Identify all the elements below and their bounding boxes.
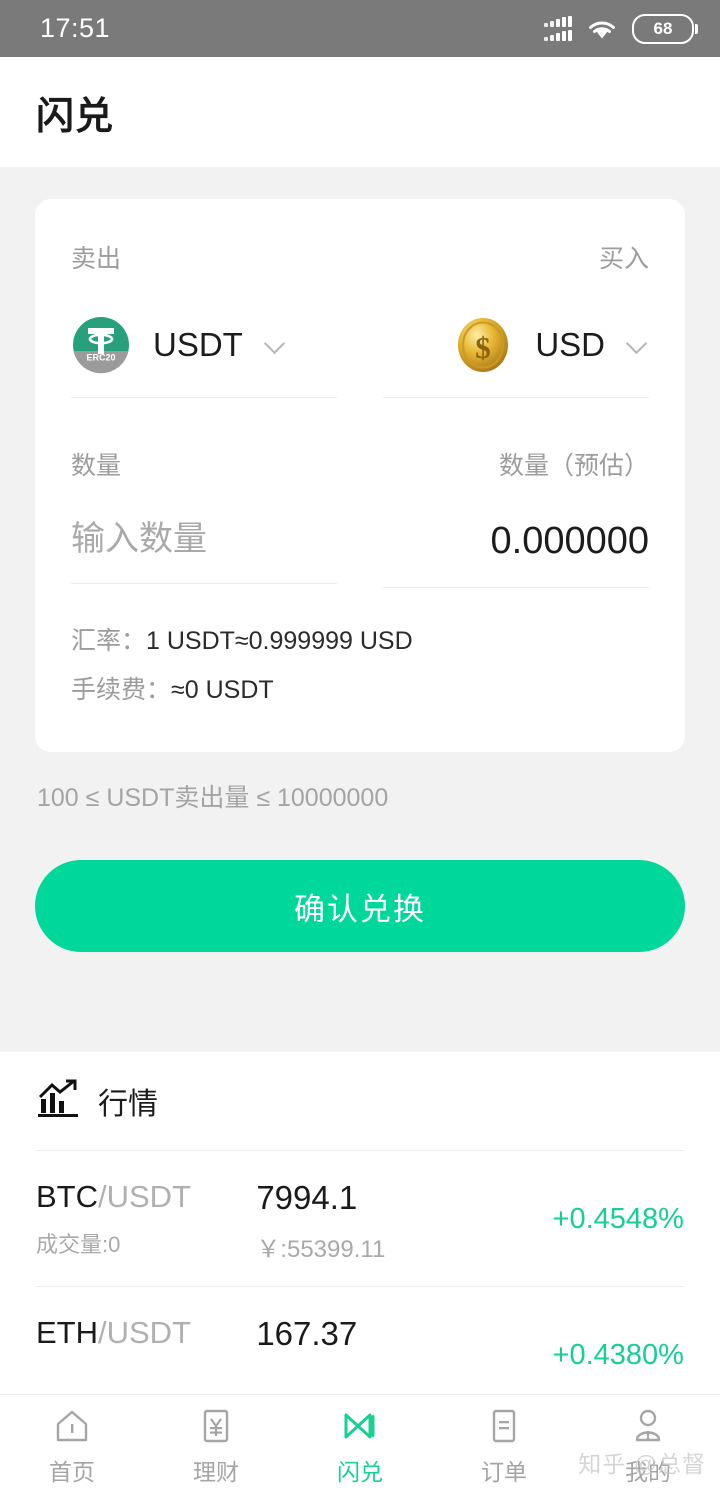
user-profile-icon <box>629 1407 667 1445</box>
side-labels-row: 卖出 买入 <box>71 239 649 275</box>
svg-text:$: $ <box>476 330 492 365</box>
chevron-down-icon <box>265 334 287 356</box>
estimated-amount-value: 0.000000 <box>490 520 650 562</box>
exchange-rate-value: 1 USDT≈0.999999 USD <box>146 627 413 655</box>
buy-label: 买入 <box>598 245 649 273</box>
status-bar: 17:51 68 <box>0 0 720 57</box>
table-row[interactable]: ETH/USDT 167.37 +0.4380% <box>36 1286 684 1394</box>
coin-pair-row: ERC20 USDT $ USD <box>71 315 649 398</box>
tab-home[interactable]: 首页 <box>0 1407 144 1487</box>
exchange-card: 卖出 买入 ERC20 USDT $ USD 数量 输入数量 数量（预估） 0.… <box>35 199 685 752</box>
fee-value: ≈0 USDT <box>171 676 274 704</box>
buy-coin-col: $ USD <box>383 315 649 398</box>
market-pair-cell: BTC/USDT 成交量:0 <box>36 1179 256 1259</box>
buy-coin-symbol: USD <box>535 326 605 363</box>
tether-erc20-icon: ERC20 <box>71 315 131 375</box>
table-row[interactable]: BTC/USDT 成交量:0 7994.1 ￥:55399.11 +0.4548… <box>36 1150 684 1286</box>
amount-input-wrap <box>71 520 337 584</box>
order-list-icon <box>485 1407 523 1445</box>
tab-home-label: 首页 <box>49 1459 95 1485</box>
home-icon <box>53 1407 91 1445</box>
sell-coin-selector[interactable]: ERC20 USDT <box>71 315 337 398</box>
tab-orders[interactable]: 订单 <box>432 1407 576 1487</box>
market-pair: ETH/USDT <box>36 1315 256 1351</box>
estimated-amount-label: 数量（预估） <box>498 452 649 480</box>
battery-indicator: 68 <box>632 13 698 44</box>
battery-level: 68 <box>653 19 673 38</box>
rate-info-block: 汇率：1 USDT≈0.999999 USD 手续费：≈0 USDT <box>71 624 649 708</box>
exchange-section: 卖出 买入 ERC20 USDT $ USD 数量 输入数量 数量（预估） 0.… <box>0 167 720 1052</box>
wifi-icon <box>586 16 618 42</box>
tab-finance[interactable]: 理财 <box>144 1407 288 1487</box>
market-pair-quote: /USDT <box>98 1179 191 1214</box>
market-section: 行情 BTC/USDT 成交量:0 7994.1 ￥:55399.11 +0.4… <box>0 1052 720 1394</box>
gold-coin-dollar-icon: $ <box>453 315 513 375</box>
sell-label: 卖出 <box>71 245 122 273</box>
yuan-document-icon <box>197 1407 235 1445</box>
tab-flash-exchange[interactable]: 闪兑 <box>288 1407 432 1487</box>
page-header: 闪兑 <box>0 57 720 167</box>
signal-bars-icon <box>544 16 572 41</box>
amount-input-col: 数量 <box>71 446 337 588</box>
fee-line: 手续费：≈0 USDT <box>71 673 649 708</box>
market-price-cell: 167.37 <box>256 1315 489 1353</box>
market-change: +0.4380% <box>552 1339 684 1371</box>
tab-finance-label: 理财 <box>193 1459 239 1485</box>
market-header: 行情 <box>36 1052 684 1150</box>
exchange-rate-line: 汇率：1 USDT≈0.999999 USD <box>71 624 649 659</box>
flash-exchange-icon <box>341 1407 379 1445</box>
market-pair: BTC/USDT <box>36 1179 256 1215</box>
svg-text:ERC20: ERC20 <box>86 353 115 363</box>
market-price-cell: 7994.1 ￥:55399.11 <box>256 1179 489 1264</box>
fee-label: 手续费： <box>71 676 172 704</box>
market-price: 167.37 <box>256 1315 358 1352</box>
market-change-cell: +0.4548% <box>490 1179 684 1236</box>
market-pair-base: ETH <box>36 1315 98 1350</box>
limit-text: 100 ≤ USDT卖出量 ≤ 10000000 <box>37 784 389 812</box>
market-title: 行情 <box>98 1088 158 1121</box>
tab-flash-exchange-label: 闪兑 <box>337 1459 383 1485</box>
chart-trending-up-icon <box>36 1079 80 1124</box>
amount-input[interactable] <box>71 520 337 559</box>
sell-coin-col: ERC20 USDT <box>71 315 337 398</box>
confirm-exchange-button[interactable]: 确认兑换 <box>35 860 685 952</box>
amount-label: 数量 <box>71 452 122 480</box>
estimated-amount-wrap: 0.000000 <box>383 520 649 588</box>
market-price: 7994.1 <box>256 1179 358 1216</box>
chevron-down-icon <box>627 334 649 356</box>
page-title: 闪兑 <box>36 95 115 138</box>
status-icon-group: 68 <box>544 13 698 44</box>
market-price-cny: ￥:55399.11 <box>256 1236 386 1263</box>
status-time: 17:51 <box>40 13 111 43</box>
market-change: +0.4548% <box>552 1203 684 1235</box>
tab-orders-label: 订单 <box>481 1459 527 1485</box>
market-change-cell: +0.4380% <box>490 1315 684 1372</box>
estimated-amount-col: 数量（预估） 0.000000 <box>383 446 649 588</box>
amount-row: 数量 数量（预估） 0.000000 <box>71 446 649 588</box>
sell-coin-symbol: USDT <box>153 326 243 363</box>
watermark: 知乎 @总督 <box>578 1451 706 1477</box>
exchange-rate-label: 汇率： <box>71 627 147 655</box>
market-pair-cell: ETH/USDT <box>36 1315 256 1351</box>
buy-coin-selector[interactable]: $ USD <box>383 315 649 398</box>
market-pair-base: BTC <box>36 1179 98 1214</box>
market-pair-quote: /USDT <box>98 1315 191 1350</box>
market-volume: 成交量:0 <box>36 1232 121 1257</box>
